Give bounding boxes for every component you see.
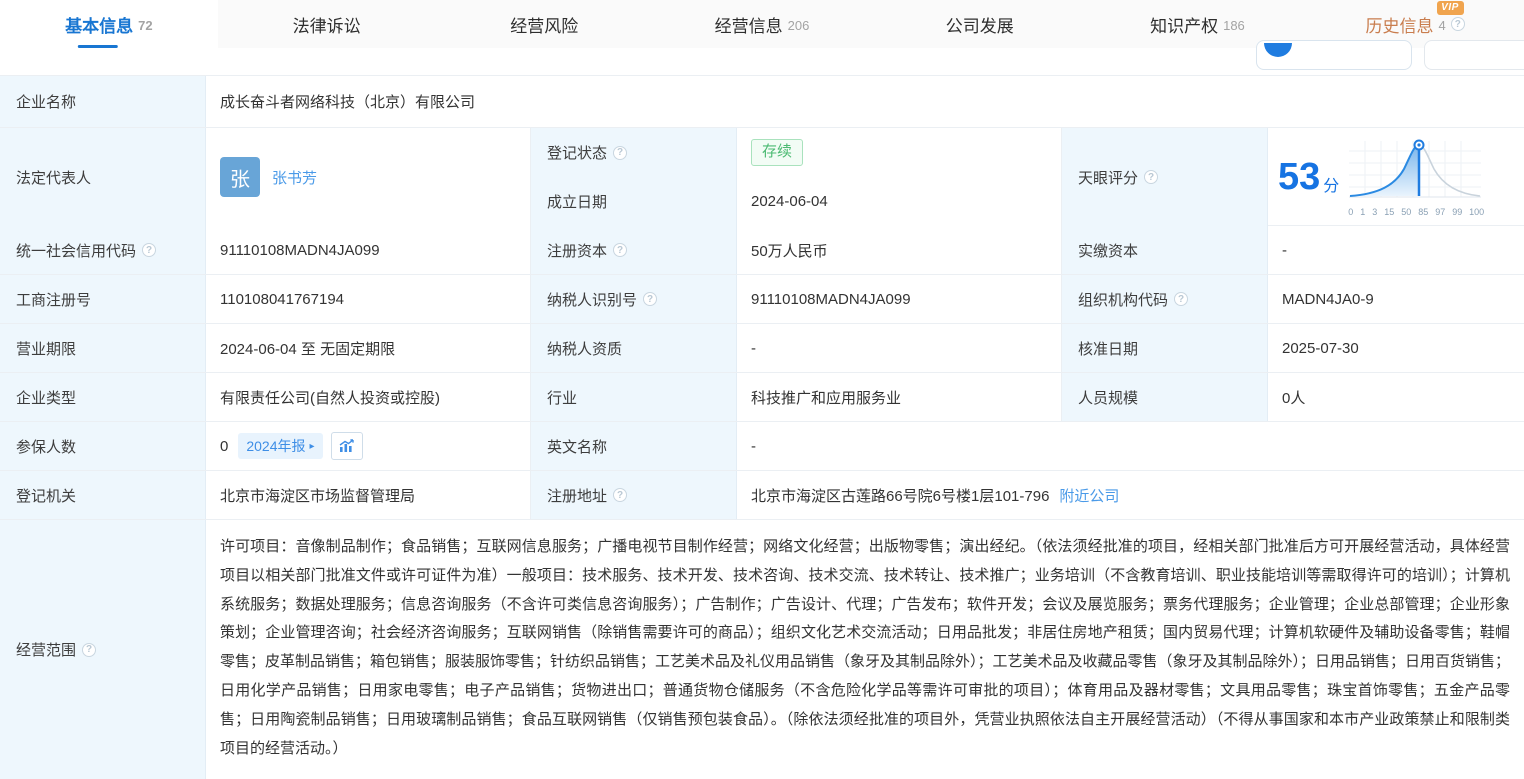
org-code-label: 组织机构代码 ? <box>1062 275 1268 323</box>
score-unit: 分 <box>1323 172 1339 196</box>
tab-label: 公司发展 <box>946 12 1014 37</box>
company-name-label: 企业名称 <box>0 76 206 127</box>
annual-report-badge[interactable]: 2024年报 ▸ <box>238 433 322 459</box>
tab-label: 法律诉讼 <box>293 12 361 37</box>
tab-company-development[interactable]: 公司发展 <box>871 0 1089 48</box>
help-icon[interactable]: ? <box>142 243 156 257</box>
tab-operating-risk[interactable]: 经营风险 <box>435 0 653 48</box>
score-label: 天眼评分 ? <box>1062 128 1268 226</box>
tab-label: 经营风险 <box>510 12 578 37</box>
reg-number-label: 工商注册号 <box>0 275 206 323</box>
staff-size-value: 0人 <box>1268 373 1524 421</box>
insured-count-value: 0 <box>220 438 228 455</box>
tab-label: 经营信息 <box>715 12 783 37</box>
english-name-value: - <box>737 422 1524 470</box>
org-code-value: MADN4JA0-9 <box>1268 275 1524 323</box>
establish-date-label: 成立日期 <box>531 177 737 226</box>
help-icon[interactable]: ? <box>82 643 96 657</box>
english-name-label: 英文名称 <box>531 422 737 470</box>
legal-rep-cell: 张 张书芳 <box>206 128 531 226</box>
business-term-label: 营业期限 <box>0 324 206 372</box>
help-icon[interactable]: ? <box>613 243 627 257</box>
approval-date-value: 2025-07-30 <box>1268 324 1524 372</box>
table-row: 工商注册号 110108041767194 纳税人识别号 ? 91110108M… <box>0 275 1524 324</box>
business-scope-value: 许可项目：音像制品制作；食品销售；互联网信息服务；广播电视节目制作经营；网络文化… <box>206 520 1524 779</box>
reg-address-cell: 北京市海淀区古莲路66号院6号楼1层101-796 附近公司 <box>737 471 1524 519</box>
legal-rep-label: 法定代表人 <box>0 128 206 226</box>
company-info-table: 企业名称 成长奋斗者网络科技（北京）有限公司 法定代表人 张 张书芳 登记状态 … <box>0 75 1524 779</box>
reg-number-value: 110108041767194 <box>206 275 531 323</box>
taxpayer-quality-value: - <box>737 324 1062 372</box>
company-type-label: 企业类型 <box>0 373 206 421</box>
taxpayer-quality-label: 纳税人资质 <box>531 324 737 372</box>
staff-size-label: 人员规模 <box>1062 373 1268 421</box>
overlay-fragment <box>1424 40 1524 70</box>
tab-label: 知识产权 <box>1150 12 1218 37</box>
establish-date-value: 2024-06-04 <box>737 177 1062 226</box>
tab-count: 206 <box>788 18 810 33</box>
business-scope-label: 经营范围 ? <box>0 520 206 779</box>
help-icon[interactable]: ? <box>1451 17 1465 31</box>
reg-authority-label: 登记机关 <box>0 471 206 519</box>
insured-trend-chart-button[interactable] <box>331 432 363 460</box>
reg-address-label: 注册地址 ? <box>531 471 737 519</box>
reg-address-value: 北京市海淀区古莲路66号院6号楼1层101-796 <box>751 485 1049 506</box>
tab-legal-proceedings[interactable]: 法律诉讼 <box>218 0 436 48</box>
table-row: 企业名称 成长奋斗者网络科技（北京）有限公司 <box>0 76 1524 128</box>
table-row: 登记机关 北京市海淀区市场监督管理局 注册地址 ? 北京市海淀区古莲路66号院6… <box>0 471 1524 520</box>
table-row: 营业期限 2024-06-04 至 无固定期限 纳税人资质 - 核准日期 202… <box>0 324 1524 373</box>
help-icon[interactable]: ? <box>1174 292 1188 306</box>
insured-count-cell: 0 2024年报 ▸ <box>206 422 531 470</box>
business-term-value: 2024-06-04 至 无固定期限 <box>206 324 531 372</box>
help-icon[interactable]: ? <box>1144 170 1158 184</box>
help-icon[interactable]: ? <box>643 292 657 306</box>
table-row: 企业类型 有限责任公司(自然人投资或控股) 行业 科技推广和应用服务业 人员规模… <box>0 373 1524 422</box>
bar-chart-icon <box>339 439 355 453</box>
business-scope-text: 许可项目：音像制品制作；食品销售；互联网信息服务；广播电视节目制作经营；网络文化… <box>220 533 1510 763</box>
tab-count: 186 <box>1223 18 1245 33</box>
industry-label: 行业 <box>531 373 737 421</box>
bell-curve-icon <box>1347 137 1485 201</box>
tab-operating-info[interactable]: 经营信息 206 <box>653 0 871 48</box>
active-tab-underline <box>78 45 118 48</box>
tab-count: 72 <box>138 18 152 33</box>
approval-date-label: 核准日期 <box>1062 324 1268 372</box>
score-distribution-chart: 01 315 5085 9799 100 <box>1347 137 1485 217</box>
status-badge: 存续 <box>751 139 803 166</box>
taxpayer-id-label: 纳税人识别号 ? <box>531 275 737 323</box>
credit-code-label: 统一社会信用代码 ? <box>0 226 206 274</box>
help-icon[interactable]: ? <box>613 488 627 502</box>
score-axis-labels: 01 315 5085 9799 100 <box>1347 206 1485 217</box>
score-value[interactable]: 53 <box>1278 158 1320 196</box>
tab-label: 历史信息 <box>1366 12 1434 37</box>
table-row: 参保人数 0 2024年报 ▸ 英文名称 - <box>0 422 1524 471</box>
tab-count: 4 <box>1439 18 1446 33</box>
vip-badge: VIP <box>1437 1 1464 15</box>
avatar[interactable]: 张 <box>220 157 260 197</box>
reg-authority-value: 北京市海淀区市场监督管理局 <box>206 471 531 519</box>
company-type-value: 有限责任公司(自然人投资或控股) <box>206 373 531 421</box>
reg-status-label: 登记状态 ? <box>531 128 737 177</box>
score-cell: 53 分 <box>1268 128 1524 225</box>
taxpayer-id-value: 91110108MADN4JA099 <box>737 275 1062 323</box>
reg-capital-value: 50万人民币 <box>737 226 1062 274</box>
table-row: 法定代表人 张 张书芳 登记状态 ? 存续 成立日期 2024-06-04 天眼… <box>0 128 1524 226</box>
company-name-value: 成长奋斗者网络科技（北京）有限公司 <box>206 76 1524 127</box>
reg-status-cell: 存续 <box>737 128 1062 177</box>
industry-value: 科技推广和应用服务业 <box>737 373 1062 421</box>
paid-capital-value: - <box>1268 226 1524 274</box>
tab-label: 基本信息 <box>65 12 133 37</box>
paid-capital-label: 实缴资本 <box>1062 226 1268 274</box>
table-row: 统一社会信用代码 ? 91110108MADN4JA099 注册资本 ? 50万… <box>0 226 1524 275</box>
reg-capital-label: 注册资本 ? <box>531 226 737 274</box>
credit-code-value: 91110108MADN4JA099 <box>206 226 531 274</box>
help-icon[interactable]: ? <box>613 146 627 160</box>
tab-basic-info[interactable]: 基本信息 72 <box>0 0 218 48</box>
chevron-right-icon: ▸ <box>310 441 315 452</box>
insured-count-label: 参保人数 <box>0 422 206 470</box>
table-row: 经营范围 ? 许可项目：音像制品制作；食品销售；互联网信息服务；广播电视节目制作… <box>0 520 1524 779</box>
nearby-companies-link[interactable]: 附近公司 <box>1059 485 1119 506</box>
legal-rep-name-link[interactable]: 张书芳 <box>272 167 317 188</box>
